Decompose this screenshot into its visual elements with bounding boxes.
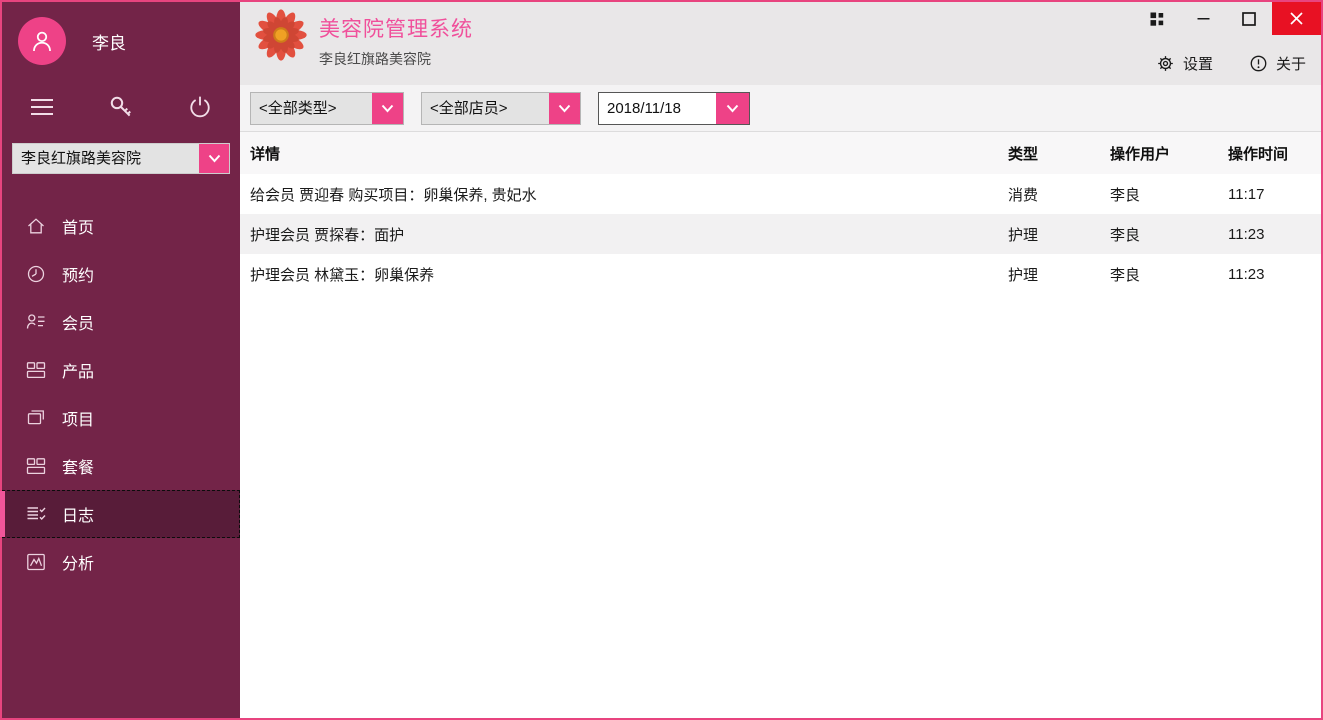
header-actions: 设置 关于 [1156,53,1306,74]
sidebar-item-home[interactable]: 首页 [2,202,240,250]
staff-filter-value: <全部店员> [422,93,549,124]
chevron-down-icon[interactable] [716,93,749,124]
window-controls [1134,2,1321,35]
sidebar-item-label: 预约 [62,262,94,286]
cell-detail: 护理会员 林黛玉：卵巢保养 [250,264,1008,285]
app-subtitle: 李良红旗路美容院 [319,49,473,69]
sidebar-item-logs[interactable]: 日志 [2,490,240,538]
power-button[interactable] [188,95,212,119]
flower-logo [254,8,308,67]
product-icon [26,360,46,380]
branch-select[interactable]: 李良红旗路美容院 [12,143,230,174]
cell-detail: 给会员 贾迎春 购买项目：卵巢保养, 贵妃水 [250,184,1008,205]
sidebar-item-products[interactable]: 产品 [2,346,240,394]
sidebar-item-label: 项目 [62,406,94,430]
power-icon [188,95,212,119]
app-title: 美容院管理系统 [319,13,473,43]
sidebar-item-label: 套餐 [62,454,94,478]
user-name: 李良 [92,29,126,54]
close-icon [1290,12,1303,25]
package-icon [26,456,46,476]
about-button[interactable]: 关于 [1249,53,1306,74]
maximize-button[interactable] [1226,2,1272,35]
cell-user: 李良 [1110,184,1228,205]
sidebar-item-appointments[interactable]: 预约 [2,250,240,298]
date-value: 2018/11/18 [599,93,716,124]
sidebar-item-label: 分析 [62,550,94,574]
table-body: 给会员 贾迎春 购买项目：卵巢保养, 贵妃水 消费 李良 11:17 护理会员 … [240,174,1321,294]
cell-time: 11:17 [1228,186,1321,203]
grid-icon [1150,12,1164,26]
about-label: 关于 [1276,53,1306,74]
column-header-user: 操作用户 [1110,143,1228,164]
minimize-button[interactable] [1180,2,1226,35]
chevron-down-icon[interactable] [372,93,403,124]
log-icon [26,504,46,524]
settings-button[interactable]: 设置 [1156,53,1213,74]
type-filter-value: <全部类型> [251,93,372,124]
cell-time: 11:23 [1228,266,1321,283]
app-window: 李良 [0,0,1323,720]
cell-detail: 护理会员 贾探春：面护 [250,224,1008,245]
column-header-detail: 详情 [250,143,1008,164]
analysis-icon [26,552,46,572]
user-row: 李良 [18,17,240,65]
app-header: 美容院管理系统 李良红旗路美容院 [240,2,1321,85]
sidebar-item-label: 会员 [62,310,94,334]
sidebar-item-packages[interactable]: 套餐 [2,442,240,490]
column-header-type: 类型 [1008,143,1110,164]
title-block: 美容院管理系统 李良红旗路美容院 [319,13,473,69]
sidebar-toolbar [2,94,240,120]
key-icon [108,94,134,120]
cell-type: 护理 [1008,224,1110,245]
project-icon [26,408,46,428]
sidebar: 李良 [2,2,240,718]
menu-button[interactable] [30,98,54,116]
sidebar-item-label: 首页 [62,214,94,238]
settings-label: 设置 [1183,53,1213,74]
sidebar-item-label: 日志 [62,502,94,526]
type-filter-select[interactable]: <全部类型> [250,92,404,125]
member-icon [26,312,46,332]
avatar[interactable] [18,17,66,65]
staff-filter-select[interactable]: <全部店员> [421,92,581,125]
cell-user: 李良 [1110,224,1228,245]
log-table: 详情 类型 操作用户 操作时间 给会员 贾迎春 购买项目：卵巢保养, 贵妃水 消… [240,132,1321,718]
info-icon [1249,54,1268,73]
clock-icon [26,264,46,284]
minimize-icon [1197,12,1210,25]
person-icon [29,28,55,54]
maximize-icon [1242,12,1256,26]
sidebar-item-label: 产品 [62,358,94,382]
menu-icon [30,98,54,116]
home-icon [26,216,46,236]
cell-time: 11:23 [1228,226,1321,243]
gear-icon [1156,54,1175,73]
table-row[interactable]: 护理会员 林黛玉：卵巢保养 护理 李良 11:23 [240,254,1321,294]
column-header-time: 操作时间 [1228,143,1321,164]
cell-type: 消费 [1008,184,1110,205]
app-grid-button[interactable] [1134,2,1180,35]
filter-bar: <全部类型> <全部店员> 2018/11/18 [240,85,1321,132]
sidebar-item-members[interactable]: 会员 [2,298,240,346]
table-row[interactable]: 护理会员 贾探春：面护 护理 李良 11:23 [240,214,1321,254]
table-row[interactable]: 给会员 贾迎春 购买项目：卵巢保养, 贵妃水 消费 李良 11:17 [240,174,1321,214]
cell-user: 李良 [1110,264,1228,285]
chevron-down-icon[interactable] [549,93,580,124]
table-header: 详情 类型 操作用户 操作时间 [240,132,1321,174]
date-picker[interactable]: 2018/11/18 [598,92,750,125]
branch-select-value: 李良红旗路美容院 [13,144,199,173]
cell-type: 护理 [1008,264,1110,285]
sidebar-item-analysis[interactable]: 分析 [2,538,240,586]
sidebar-item-projects[interactable]: 项目 [2,394,240,442]
main-area: 美容院管理系统 李良红旗路美容院 [240,2,1321,718]
sidebar-nav: 首页 预约 会员 [2,202,240,586]
key-button[interactable] [108,94,134,120]
close-button[interactable] [1272,2,1321,35]
chevron-down-icon[interactable] [199,144,229,173]
